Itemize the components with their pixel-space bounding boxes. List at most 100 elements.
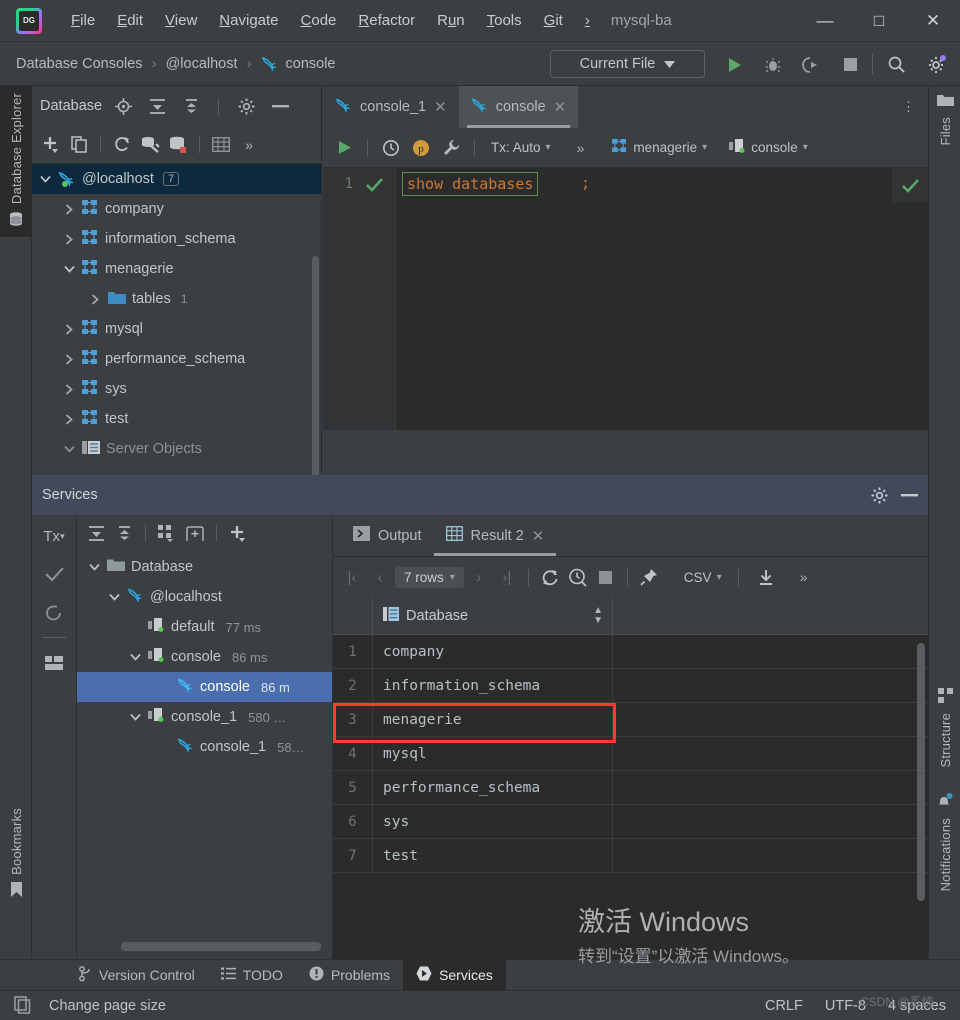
stripe-tab-notifications[interactable]: Notifications — [929, 786, 960, 898]
first-page-button[interactable]: |‹ — [339, 569, 365, 586]
chevron-right-icon[interactable] — [62, 232, 76, 246]
sort-icon[interactable]: ▲ ▼ — [593, 605, 603, 626]
table-row[interactable]: 3 menagerie — [333, 703, 928, 737]
layout-icon[interactable] — [41, 650, 67, 676]
menu-view[interactable]: View — [154, 9, 208, 32]
tool-window-problems[interactable]: Problems — [296, 960, 403, 991]
chevron-right-icon[interactable] — [62, 322, 76, 336]
wrench-icon[interactable] — [438, 135, 464, 161]
schema-selector[interactable]: menagerie ▾ — [612, 139, 707, 156]
inspection-status-icon[interactable] — [892, 168, 928, 202]
collapse-all-icon[interactable] — [178, 93, 204, 119]
services-node-localhost[interactable]: @localhost — [77, 582, 332, 612]
menu-refactor[interactable]: Refactor — [347, 9, 426, 32]
table-row[interactable]: 4 mysql — [333, 737, 928, 771]
settings-icon[interactable] — [924, 52, 949, 77]
chevron-down-icon[interactable] — [128, 710, 142, 724]
tree-node-localhost[interactable]: @localhost 7 — [32, 164, 321, 194]
grid-vscrollbar[interactable] — [917, 643, 925, 901]
table-row[interactable]: 7 test — [333, 839, 928, 873]
run-statement-gutter-icon[interactable] — [366, 177, 383, 195]
hide-panel-icon[interactable] — [896, 482, 922, 508]
run-with-coverage-button[interactable] — [798, 52, 823, 77]
chevron-right-icon[interactable] — [62, 412, 76, 426]
close-button[interactable]: ✕ — [906, 0, 960, 42]
db-tools-icon[interactable] — [137, 132, 163, 158]
grid-column-header-database[interactable]: Database ▲ ▼ — [373, 597, 613, 634]
session-selector[interactable]: console ▾ — [729, 139, 808, 156]
settings-icon[interactable] — [866, 482, 892, 508]
chevron-down-icon[interactable] — [38, 172, 52, 186]
rollback-icon[interactable] — [41, 599, 67, 625]
tree-node-tables[interactable]: tables 1 — [32, 284, 321, 314]
breadcrumb-item-consoles[interactable]: Database Consoles — [14, 56, 145, 72]
hide-panel-icon[interactable] — [267, 93, 293, 119]
copy-icon[interactable] — [66, 132, 92, 158]
expand-all-icon[interactable] — [83, 521, 109, 547]
breadcrumb-item-console[interactable]: console — [284, 56, 338, 72]
tree-node-company[interactable]: company — [32, 194, 321, 224]
stripe-tab-database-explorer[interactable]: Database Explorer — [0, 86, 32, 238]
debug-button[interactable] — [760, 52, 785, 77]
tree-node-information-schema[interactable]: information_schema — [32, 224, 321, 254]
menu-code[interactable]: Code — [290, 9, 348, 32]
tool-window-todo[interactable]: TODO — [208, 960, 296, 991]
more-actions-icon[interactable]: » — [791, 564, 817, 590]
stop-icon[interactable] — [593, 564, 619, 590]
chevron-down-icon[interactable] — [128, 650, 142, 664]
table-row[interactable]: 2 information_schema — [333, 669, 928, 703]
execute-icon[interactable] — [331, 135, 357, 161]
settings-icon[interactable] — [233, 93, 259, 119]
editor-tab-console-1[interactable]: console_1 ✕ — [323, 86, 459, 128]
services-node-console-1-session[interactable]: console_1 580 … — [77, 702, 332, 732]
tree-node-test[interactable]: test — [32, 404, 321, 434]
minimize-button[interactable]: — — [798, 0, 852, 42]
add-icon[interactable] — [225, 521, 251, 547]
result-grid[interactable]: Database ▲ ▼ 1 company 2 information_sche… — [333, 597, 928, 961]
next-page-button[interactable]: › — [466, 569, 492, 586]
chevron-right-icon[interactable] — [62, 352, 76, 366]
download-icon[interactable] — [753, 564, 779, 590]
close-icon[interactable]: ✕ — [554, 98, 567, 116]
export-format-selector[interactable]: CSV ▾ — [684, 570, 722, 585]
cell-database[interactable]: menagerie — [373, 703, 613, 736]
close-icon[interactable]: ✕ — [532, 527, 545, 545]
editor-tabs-more-icon[interactable]: ⋮ — [898, 96, 920, 118]
refresh-icon[interactable] — [537, 564, 563, 590]
services-node-default[interactable]: default 77 ms — [77, 612, 332, 642]
menu-run[interactable]: Run — [426, 9, 476, 32]
cell-database[interactable]: mysql — [373, 737, 613, 770]
editor-tab-console[interactable]: console ✕ — [458, 86, 579, 128]
transaction-mode-selector[interactable]: Tx: Auto ▾ — [491, 140, 551, 155]
tree-node-sys[interactable]: sys — [32, 374, 321, 404]
stripe-tab-structure[interactable]: Structure — [929, 681, 960, 775]
add-frame-icon[interactable] — [182, 521, 208, 547]
close-icon[interactable]: ✕ — [434, 98, 447, 116]
prev-page-button[interactable]: ‹ — [367, 569, 393, 586]
pin-icon[interactable] — [636, 564, 662, 590]
cell-database[interactable]: company — [373, 635, 613, 668]
breadcrumb-item-localhost[interactable]: @localhost — [164, 56, 240, 72]
table-row[interactable]: 5 performance_schema — [333, 771, 928, 805]
stop-button[interactable] — [838, 52, 863, 77]
line-separator-indicator[interactable]: CRLF — [765, 998, 803, 1014]
chevron-down-icon[interactable] — [62, 262, 76, 276]
collapse-all-icon[interactable] — [111, 521, 137, 547]
chevron-right-icon[interactable] — [62, 202, 76, 216]
db-color-icon[interactable] — [165, 132, 191, 158]
tx-icon[interactable]: Tx ▾ — [41, 523, 67, 549]
chevron-right-icon[interactable] — [62, 382, 76, 396]
history-icon[interactable] — [378, 135, 404, 161]
db-tree-vscrollbar[interactable] — [312, 256, 319, 481]
chevron-right-icon[interactable] — [88, 292, 102, 306]
run-configuration-selector[interactable]: Current File — [550, 50, 705, 78]
last-page-button[interactable]: ›| — [494, 569, 520, 586]
table-row[interactable]: 6 sys — [333, 805, 928, 839]
menu-git[interactable]: Git — [533, 9, 574, 32]
services-tree-hscrollbar[interactable] — [121, 942, 321, 951]
tree-node-server-objects[interactable]: Server Objects — [32, 434, 321, 464]
services-node-console-session[interactable]: console 86 ms — [77, 642, 332, 672]
menu-overflow[interactable]: › — [574, 9, 601, 32]
tab-output[interactable]: Output — [341, 515, 434, 556]
more-actions-icon[interactable]: » — [236, 132, 262, 158]
